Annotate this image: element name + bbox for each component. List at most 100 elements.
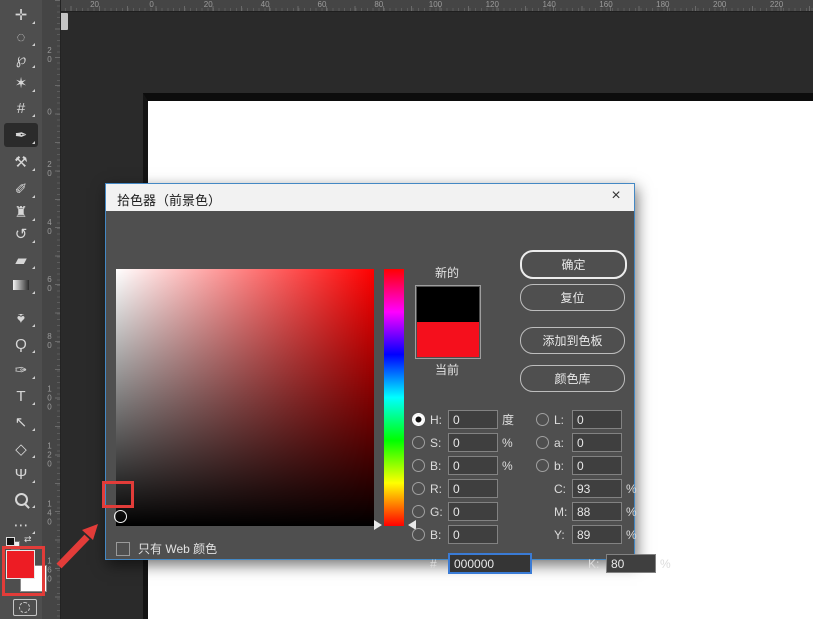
color-picker-dialog: 拾色器（前景色） × 新的 当前 确定复位添加到色板颜色库 H:度L:S:%a:…	[105, 183, 635, 560]
hand-tool-icon[interactable]: Ψ	[4, 462, 38, 486]
black-field-input[interactable]	[606, 554, 656, 573]
shape-tool-icon[interactable]: ◇	[4, 437, 38, 461]
cyan-field-input[interactable]	[572, 479, 622, 498]
cyan-field: C:%	[536, 479, 644, 498]
vruler-label: 20	[45, 160, 54, 178]
dialog-titlebar[interactable]: 拾色器（前景色） ×	[106, 184, 634, 211]
value-row: B:Y:%	[412, 523, 678, 546]
close-icon[interactable]: ×	[607, 187, 625, 205]
web-colors-checkbox[interactable]	[116, 542, 130, 556]
burn-tool-icon[interactable]: Ϙ	[4, 332, 38, 356]
current-color-swatch[interactable]	[417, 322, 479, 357]
lab-l-field-radio[interactable]	[536, 413, 549, 426]
magenta-field-input[interactable]	[572, 502, 622, 521]
magenta-field: M:%	[536, 502, 644, 521]
color-field-cursor[interactable]	[114, 510, 127, 523]
type-tool-icon[interactable]: T	[4, 384, 38, 408]
dialog-title: 拾色器（前景色）	[117, 190, 221, 209]
lab-b-field: b:	[536, 456, 644, 475]
swap-colors-icon[interactable]: ⇄	[24, 534, 32, 545]
lab-a-field-input[interactable]	[572, 433, 622, 452]
lab-a-field-radio[interactable]	[536, 436, 549, 449]
new-color-label: 新的	[415, 264, 479, 281]
hex-field: #	[412, 553, 554, 574]
value-row: G: M:%	[412, 500, 678, 523]
lab-a-field: a:	[536, 433, 644, 452]
vruler-label: 120	[45, 442, 54, 469]
lab-b-field-radio[interactable]	[536, 459, 549, 472]
add-to-swatches-button[interactable]: 添加到色板	[520, 327, 625, 354]
green-field-radio[interactable]	[412, 505, 425, 518]
value-row: H: 度 L:	[412, 408, 678, 431]
elliptical-marquee-tool-icon[interactable]: ◌	[4, 25, 38, 49]
green-field-input[interactable]	[448, 502, 498, 521]
zoom-tool-icon[interactable]	[4, 487, 38, 511]
lab-l-field-input[interactable]	[572, 410, 622, 429]
path-select-tool-icon[interactable]: ↖	[4, 410, 38, 434]
brightness-field-label: B:	[430, 459, 448, 473]
saturation-field-radio[interactable]	[412, 436, 425, 449]
hruler-label: 40	[261, 0, 270, 9]
hruler-label: 200	[713, 0, 726, 9]
brush-tool-icon[interactable]: ✐	[4, 177, 38, 201]
lasso-tool-icon[interactable]: ℘	[4, 47, 38, 71]
reset-button[interactable]: 复位	[520, 284, 625, 311]
hruler-label: 120	[486, 0, 499, 9]
move-tool-icon[interactable]: ✛	[4, 3, 38, 27]
black-field-unit: %	[660, 557, 678, 571]
gradient-tool-icon[interactable]	[4, 273, 38, 297]
cyan-field-unit: %	[626, 482, 644, 496]
current-color-label: 当前	[415, 361, 479, 378]
ok-button[interactable]: 确定	[520, 250, 627, 279]
value-row: S:%a:	[412, 431, 678, 454]
red-field-input[interactable]	[448, 479, 498, 498]
red-field-radio[interactable]	[412, 482, 425, 495]
hue-field-input[interactable]	[448, 410, 498, 429]
hue-field-unit: 度	[502, 411, 520, 428]
green-field-label: G:	[430, 505, 448, 519]
horizontal-ruler: 20020406080100120140160180200220	[42, 0, 813, 12]
pen-tool-icon[interactable]: ✑	[4, 358, 38, 382]
saturation-field-input[interactable]	[448, 433, 498, 452]
clone-stamp-tool-icon[interactable]: ♜	[4, 200, 38, 224]
eyedropper-tool-icon[interactable]: ✒	[4, 123, 38, 147]
hex-field-label: #	[430, 557, 448, 571]
vruler-label: 20	[45, 46, 54, 64]
annotation-box-cursor	[102, 481, 134, 508]
annotation-arrow	[52, 512, 112, 577]
value-row: B:%b:	[412, 454, 678, 477]
history-brush-tool-icon[interactable]: ↺	[4, 222, 38, 246]
hue-slider[interactable]	[384, 269, 404, 526]
blue-field-input[interactable]	[448, 525, 498, 544]
hue-slider-left-arrow[interactable]	[374, 520, 382, 530]
red-field: R:	[412, 479, 520, 498]
lab-b-field-input[interactable]	[572, 456, 622, 475]
tool-palette: ✛◌℘✶# ✒ ⚒ ✐♜↺▰ ♠Ϙ✑T↖ ◇Ψ ⋯ ⇄	[0, 0, 42, 619]
black-field: K:%	[570, 554, 678, 573]
lab-l-field: L:	[536, 410, 644, 429]
new-current-swatch-block	[415, 285, 481, 359]
green-field: G:	[412, 502, 520, 521]
healing-tool-icon[interactable]: ⚒	[4, 150, 38, 174]
value-row: R: C:%	[412, 477, 678, 500]
magic-wand-tool-icon[interactable]: ✶	[4, 71, 38, 95]
eraser-tool-icon[interactable]: ▰	[4, 248, 38, 272]
hex-field-input[interactable]	[448, 553, 532, 574]
quick-mask-icon[interactable]	[13, 599, 37, 616]
hruler-label: 20	[90, 0, 99, 9]
vruler-label: 0	[45, 108, 54, 117]
hue-field-label: H:	[430, 413, 448, 427]
hue-field: H: 度	[412, 410, 520, 429]
color-libraries-button[interactable]: 颜色库	[520, 365, 625, 392]
more-options-icon[interactable]: ⋯	[4, 513, 38, 537]
quick-mask-circle	[19, 602, 30, 613]
brightness-field-input[interactable]	[448, 456, 498, 475]
crop-tool-icon[interactable]: #	[4, 96, 38, 120]
brightness-field-radio[interactable]	[412, 459, 425, 472]
yellow-field-input[interactable]	[572, 525, 622, 544]
blue-field-radio[interactable]	[412, 528, 425, 541]
saturation-brightness-field[interactable]	[116, 269, 374, 526]
blur-tool-icon[interactable]: ♠	[4, 306, 38, 330]
hruler-label: 60	[317, 0, 326, 9]
hue-field-radio[interactable]	[412, 413, 425, 426]
